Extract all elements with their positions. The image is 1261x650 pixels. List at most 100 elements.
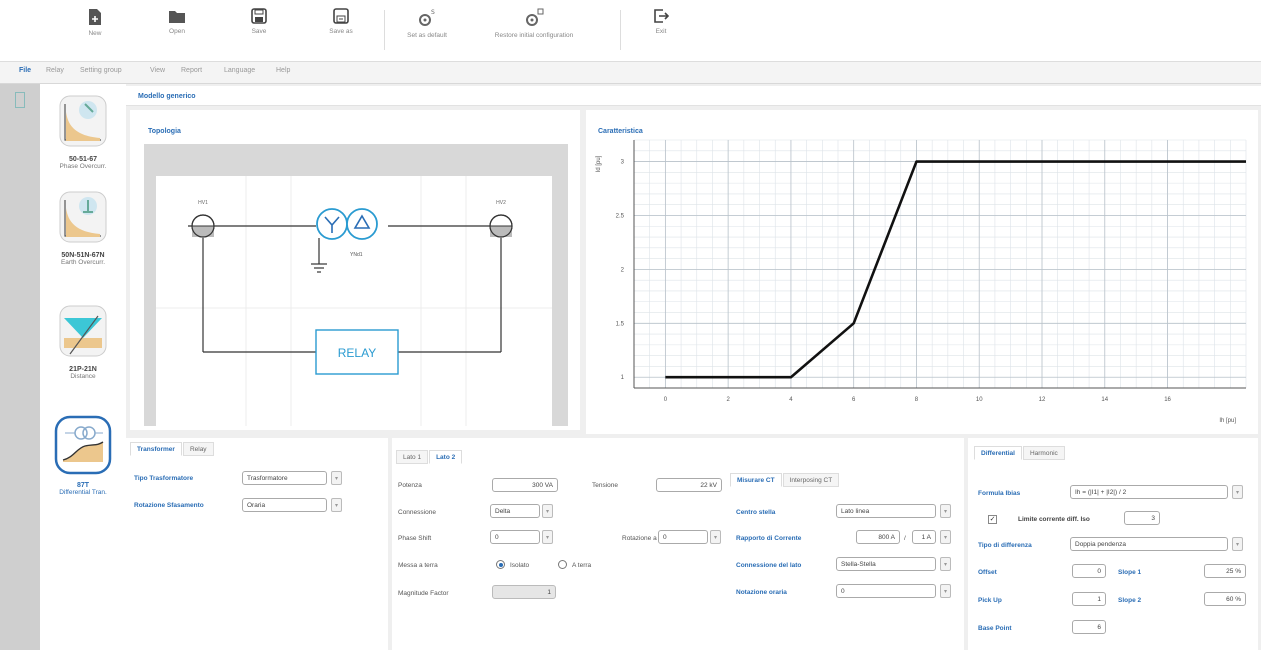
type-dropdown-icon[interactable]: ▾: [331, 471, 342, 485]
menu-report[interactable]: Report: [181, 67, 202, 74]
menu-help[interactable]: Help: [276, 67, 290, 74]
limite-label: Limite corrente diff. Iso: [1018, 516, 1090, 523]
connessione-label: Connessione: [398, 509, 436, 516]
rotazione-dropdown-icon[interactable]: ▾: [710, 530, 721, 544]
exit-button[interactable]: Exit: [626, 8, 696, 35]
restore-config-button[interactable]: Restore initial configuration: [485, 8, 583, 39]
rapporto-label: Rapporto di Corrente: [736, 535, 802, 542]
menu-language[interactable]: Language: [224, 67, 255, 74]
connessione-lato-dropdown-icon[interactable]: ▾: [940, 557, 951, 571]
set-default-button[interactable]: S Set as default: [392, 8, 462, 39]
menu-file[interactable]: File: [19, 67, 31, 74]
type-label: Tipo Trasformatore: [134, 475, 194, 482]
tab-harmonic[interactable]: Harmonic: [1022, 446, 1065, 460]
potenza-input[interactable]: 300 VA: [492, 478, 558, 492]
relay-label: RELAY: [338, 346, 376, 360]
y-tick-label: 2: [621, 267, 625, 273]
app-window: New Open Save Save as S Set as default R…: [0, 0, 1261, 650]
x-tick-label: 8: [915, 397, 919, 403]
phase-shift-dropdown-icon[interactable]: ▾: [542, 530, 553, 544]
limite-checkbox[interactable]: ✓: [988, 515, 997, 524]
save-button[interactable]: Save: [224, 8, 294, 35]
function-item-50n-51n-67n[interactable]: 50N-51N-67N Earth Overcurr.: [40, 188, 126, 266]
menu-view[interactable]: View: [150, 67, 165, 74]
characteristic-panel: Caratteristica 0 2 4 6 8 10 12 14 16 1 1.5 2 2.5 3 Ih …: [586, 110, 1258, 434]
tab-misurare-ct[interactable]: Misurare CT: [730, 473, 782, 487]
toolbar: New Open Save Save as S Set as default R…: [0, 0, 1261, 62]
left-ct-label: HV1: [198, 200, 208, 206]
tab-transformer[interactable]: Transformer: [130, 442, 182, 456]
tab-interposing-ct[interactable]: Interposing CT: [782, 473, 840, 487]
tab-lato-1[interactable]: Lato 1: [396, 450, 429, 464]
magnitude-input[interactable]: 1: [492, 585, 556, 599]
function-item-21p-21n[interactable]: 21P-21N Distance: [40, 302, 126, 380]
tensione-label: Tensione: [592, 482, 619, 489]
function-title: 21P-21N: [69, 366, 97, 373]
x-tick-label: 2: [726, 397, 730, 403]
open-label: Open: [169, 28, 185, 35]
side-ct-panel: Lato 1 Lato 2 Potenza 300 VA Tensione 22 …: [392, 438, 964, 650]
rapporto-secondary-input[interactable]: 1 A: [912, 530, 936, 544]
centro-stella-dropdown-icon[interactable]: ▾: [940, 504, 951, 518]
isolato-radio[interactable]: [496, 560, 505, 569]
offset-input[interactable]: 0: [1072, 564, 1106, 578]
formula-select[interactable]: Ih = (|I1| + |I2|) / 2: [1070, 485, 1228, 499]
pickup-label: Pick Up: [978, 597, 1002, 604]
phase-shift-select[interactable]: 0: [490, 530, 540, 544]
formula-label: Formula Ibias: [978, 490, 1021, 497]
x-tick-label: 4: [789, 397, 793, 403]
exit-label: Exit: [655, 28, 667, 35]
menu-relay[interactable]: Relay: [46, 67, 64, 74]
tensione-input[interactable]: 22 kV: [656, 478, 722, 492]
function-subtitle: Distance: [70, 373, 96, 380]
notazione-label: Notazione oraria: [736, 589, 787, 596]
gear-restore-icon: [526, 8, 544, 26]
a-terra-radio[interactable]: [558, 560, 567, 569]
tipo-dropdown-icon[interactable]: ▾: [1232, 537, 1243, 551]
pickup-input[interactable]: 1: [1072, 592, 1106, 606]
type-select[interactable]: Trasformatore: [242, 471, 327, 485]
connessione-select[interactable]: Delta: [490, 504, 540, 518]
isolato-label: Isolato: [510, 562, 530, 569]
connessione-lato-select[interactable]: Stella-Stella: [836, 557, 936, 571]
tab-lato-2[interactable]: Lato 2: [429, 450, 463, 464]
model-title: Modello generico: [138, 93, 196, 100]
slope1-input[interactable]: 25 %: [1204, 564, 1246, 578]
rotation-select[interactable]: Oraria: [242, 498, 327, 512]
centro-stella-label: Centro stella: [736, 509, 776, 516]
x-tick-label: 0: [664, 397, 668, 403]
notazione-dropdown-icon[interactable]: ▾: [940, 584, 951, 598]
tipo-select[interactable]: Doppia pendenza: [1070, 537, 1228, 551]
save-icon: [251, 8, 267, 24]
rapporto-primary-input[interactable]: 800 A: [856, 530, 900, 544]
function-item-50-51-67[interactable]: 50-51-67 Phase Overcurr.: [40, 92, 126, 170]
rapporto-dropdown-icon[interactable]: ▾: [940, 530, 951, 544]
set-default-label: Set as default: [407, 32, 447, 39]
base-point-input[interactable]: 6: [1072, 620, 1106, 634]
menu-setting-group[interactable]: Setting group: [80, 67, 122, 74]
connessione-dropdown-icon[interactable]: ▾: [542, 504, 553, 518]
function-subtitle: Earth Overcurr.: [60, 259, 106, 266]
tab-differential[interactable]: Differential: [974, 446, 1022, 460]
rotation-dropdown-icon[interactable]: ▾: [331, 498, 342, 512]
slope2-input[interactable]: 60 %: [1204, 592, 1246, 606]
toolbar-separator: [620, 10, 621, 50]
new-button[interactable]: New: [60, 8, 130, 37]
panel-toggle-icon[interactable]: [15, 92, 25, 108]
x-tick-label: 12: [1039, 397, 1046, 403]
tab-relay[interactable]: Relay: [182, 442, 214, 456]
x-axis-label: Ih [pu]: [1219, 418, 1236, 424]
formula-dropdown-icon[interactable]: ▾: [1232, 485, 1243, 499]
transformer-icon[interactable]: [316, 208, 378, 240]
function-item-87t[interactable]: 87T Differential Tran.: [40, 414, 126, 496]
save-as-button[interactable]: Save as: [306, 8, 376, 35]
left-ct-icon: [191, 214, 215, 238]
open-button[interactable]: Open: [142, 8, 212, 35]
transformer-panel: Transformer Relay Tipo Trasformatore Tras…: [126, 438, 388, 650]
differential-tabs: Differential Harmonic: [974, 446, 1066, 460]
a-terra-label: A terra: [572, 562, 592, 569]
rotazione-select[interactable]: 0: [658, 530, 708, 544]
centro-stella-select[interactable]: Lato linea: [836, 504, 936, 518]
limite-input[interactable]: 3: [1124, 511, 1160, 525]
notazione-select[interactable]: 0: [836, 584, 936, 598]
